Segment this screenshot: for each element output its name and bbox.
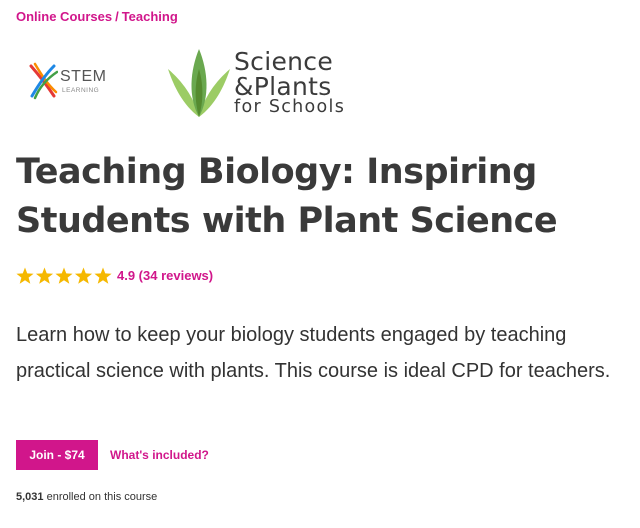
partner-logo-line1: Science (234, 47, 334, 76)
science-plants-for-schools-logo: Science &Plants for Schools (168, 45, 358, 120)
stem-x-logo-icon (29, 62, 58, 100)
enrolled-label: enrolled on this course (46, 491, 158, 503)
star-icon (74, 267, 93, 284)
breadcrumb-teaching[interactable]: Teaching (122, 9, 178, 24)
star-icon (16, 267, 34, 284)
breadcrumb-separator: / (115, 9, 119, 24)
stem-learning-logo: STEM LEARNING (28, 60, 128, 102)
stem-logo-subtext: LEARNING (62, 87, 100, 94)
whats-included-link[interactable]: What's included? (110, 448, 209, 462)
breadcrumb: Online Courses / Teaching (16, 9, 178, 24)
partner-logo-line2: &Plants (234, 71, 332, 101)
star-icon (94, 267, 112, 284)
stem-logo-text: STEM (60, 68, 107, 85)
star-icon (55, 267, 73, 284)
leaf-logo-icon (168, 49, 230, 117)
partner-logo-line3: for Schools (234, 97, 346, 117)
join-button[interactable]: Join - $74 (16, 440, 98, 470)
star-rating-icon (16, 267, 112, 284)
course-description: Learn how to keep your biology students … (16, 324, 611, 382)
course-title: Teaching Biology: Inspiring Students wit… (16, 152, 558, 241)
enrolled-number: 5,031 (16, 491, 44, 503)
enrolled-count: 5,031 enrolled on this course (16, 491, 157, 503)
star-icon (35, 267, 54, 284)
rating-reviews-link[interactable]: 4.9 (34 reviews) (117, 268, 213, 283)
breadcrumb-online-courses[interactable]: Online Courses (16, 9, 112, 24)
